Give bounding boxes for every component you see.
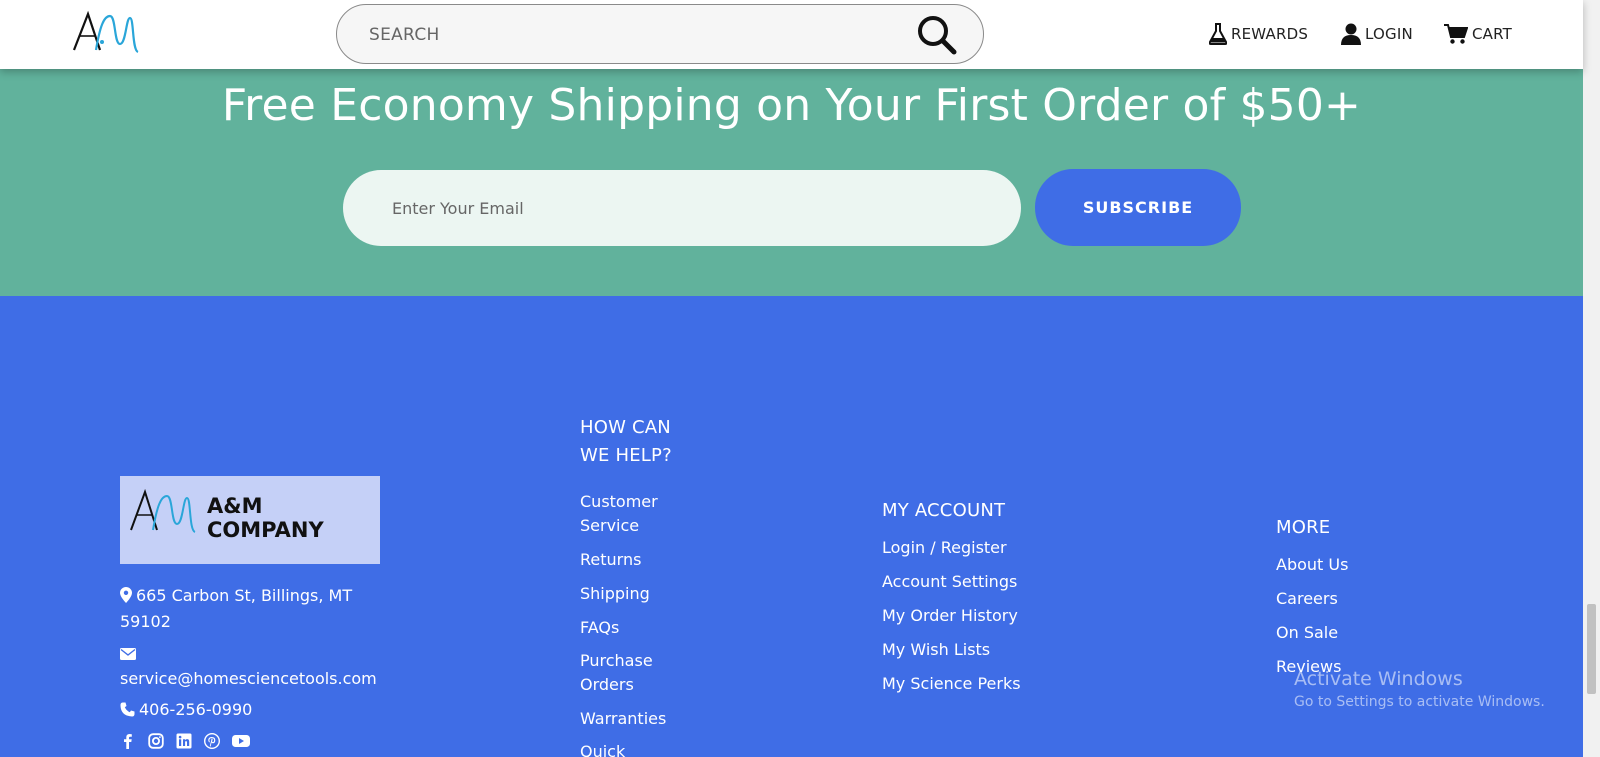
scrollbar-thumb[interactable] xyxy=(1587,604,1596,694)
careers-link[interactable]: Careers xyxy=(1276,587,1338,611)
about-us-link[interactable]: About Us xyxy=(1276,553,1348,577)
flask-icon xyxy=(1209,23,1227,45)
rewards-label: REWARDS xyxy=(1231,25,1309,43)
newsletter-title: Free Economy Shipping on Your First Orde… xyxy=(221,80,1362,131)
top-header: REWARDS LOGIN CART xyxy=(0,0,1583,69)
wish-lists-link[interactable]: My Wish Lists xyxy=(882,638,990,662)
warranties-link[interactable]: Warranties xyxy=(580,707,666,731)
brand-logo-box[interactable]: A&M COMPANY xyxy=(120,476,380,564)
cart-label: CART xyxy=(1472,25,1513,43)
customer-service-link[interactable]: Customer Service xyxy=(580,490,658,538)
login-link[interactable]: LOGIN xyxy=(1341,20,1413,48)
address: 665 Carbon St, Billings, MT 59102 xyxy=(120,586,353,631)
shipping-link[interactable]: Shipping xyxy=(580,582,650,606)
search-input[interactable] xyxy=(369,21,869,49)
help-heading: HOW CAN WE HELP? xyxy=(580,417,672,466)
phone-contact[interactable]: 406-256-0990 xyxy=(120,698,252,724)
login-register-link[interactable]: Login / Register xyxy=(882,536,1007,560)
email-field[interactable] xyxy=(343,170,1021,246)
pinterest-icon[interactable] xyxy=(203,732,221,750)
subscribe-button[interactable]: SUBSCRIBE xyxy=(1035,169,1241,246)
account-settings-link[interactable]: Account Settings xyxy=(882,570,1017,594)
map-pin-icon xyxy=(120,586,132,610)
order-history-link[interactable]: My Order History xyxy=(882,604,1018,628)
instagram-icon[interactable] xyxy=(148,733,164,749)
search-bar[interactable] xyxy=(336,4,984,64)
activate-windows-watermark: Activate Windows Go to Settings to activ… xyxy=(1294,668,1545,710)
am-logo[interactable] xyxy=(70,6,140,58)
facebook-icon[interactable] xyxy=(120,733,136,749)
user-icon xyxy=(1341,23,1361,45)
page-scrollbar[interactable] xyxy=(1583,0,1600,757)
social-links xyxy=(120,732,250,750)
linkedin-icon[interactable] xyxy=(176,733,192,749)
email-link[interactable]: service@homesciencetools.com xyxy=(120,669,377,688)
more-heading: MORE xyxy=(1276,517,1331,538)
returns-link[interactable]: Returns xyxy=(580,548,641,572)
newsletter-band: Free Economy Shipping on Your First Orde… xyxy=(0,69,1583,296)
purchase-orders-link[interactable]: Purchase Orders xyxy=(580,649,653,697)
envelope-icon xyxy=(120,643,136,667)
science-perks-link[interactable]: My Science Perks xyxy=(882,672,1021,696)
am-logo xyxy=(127,484,197,540)
login-label: LOGIN xyxy=(1365,25,1413,43)
quick-link[interactable]: Quick xyxy=(580,740,625,757)
cart-link[interactable]: CART xyxy=(1444,20,1512,48)
faqs-link[interactable]: FAQs xyxy=(580,616,619,640)
rewards-link[interactable]: REWARDS xyxy=(1209,20,1308,48)
search-icon[interactable] xyxy=(915,13,959,57)
account-heading: MY ACCOUNT xyxy=(882,500,1006,521)
phone-number[interactable]: 406-256-0990 xyxy=(139,700,252,719)
phone-icon xyxy=(120,700,135,724)
brand-name: A&M COMPANY xyxy=(207,494,324,542)
email-contact[interactable]: service@homesciencetools.com xyxy=(120,641,377,691)
on-sale-link[interactable]: On Sale xyxy=(1276,621,1338,645)
youtube-icon[interactable] xyxy=(232,733,250,749)
cart-icon xyxy=(1444,23,1468,45)
